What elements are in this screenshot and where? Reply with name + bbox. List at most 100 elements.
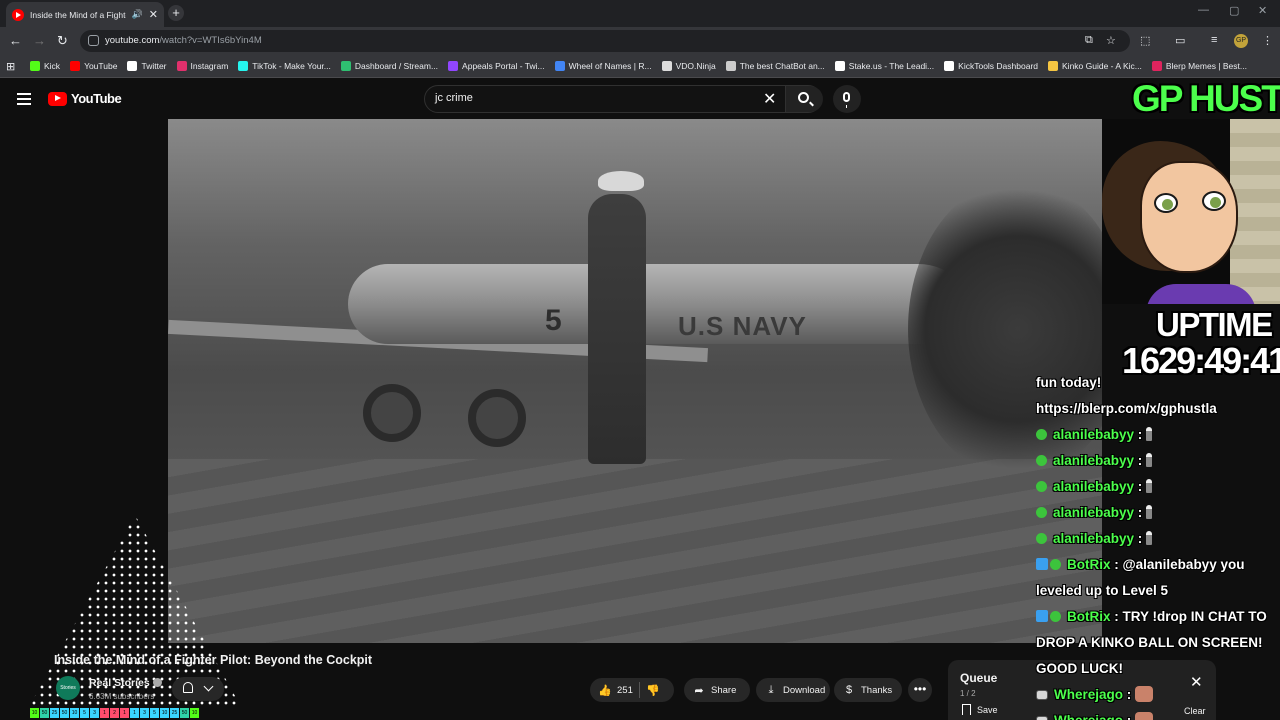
chat-username: alanilebabyy xyxy=(1053,453,1135,468)
voice-search-button[interactable] xyxy=(833,85,861,113)
chat-username: alanilebabyy xyxy=(1053,427,1135,442)
bookmark-item[interactable]: Instagram xyxy=(176,61,229,71)
bookmark-favicon-icon xyxy=(661,61,672,71)
bookmark-item[interactable]: TikTok - Make Your... xyxy=(238,61,331,71)
bell-icon xyxy=(183,682,193,693)
chat-message: alanilebabyy : xyxy=(1036,450,1153,472)
bookmark-item[interactable]: Kick xyxy=(30,61,60,71)
youtube-logo[interactable]: YouTube xyxy=(48,91,122,106)
minimize-icon[interactable]: — xyxy=(1198,4,1209,16)
bookmark-item[interactable]: Stake.us - The Leadi... xyxy=(834,61,934,71)
clear-search-icon[interactable]: ✕ xyxy=(763,89,776,109)
chat-separator: : xyxy=(1134,453,1143,468)
bookmark-item[interactable]: KickTools Dashboard xyxy=(944,61,1038,71)
bookmark-item[interactable]: YouTube xyxy=(70,61,117,71)
youtube-logo-text: YouTube xyxy=(71,91,122,106)
youtube-play-icon xyxy=(48,91,67,106)
cast-icon[interactable]: ▭ xyxy=(1175,34,1185,47)
bookmark-item[interactable]: VDO.Ninja xyxy=(661,61,716,71)
new-tab-button[interactable]: + xyxy=(168,5,184,21)
like-count[interactable]: 251 xyxy=(617,685,633,696)
address-url[interactable]: youtube.com/watch?v=WTIs6bYin4M xyxy=(105,35,262,46)
apps-grid-icon[interactable]: ⊞ xyxy=(6,60,30,73)
level-segment: 1 xyxy=(100,708,109,718)
queue-close-icon[interactable]: ✕ xyxy=(1190,673,1203,691)
bookmark-favicon-icon xyxy=(944,61,955,71)
bookmark-favicon-icon xyxy=(127,61,138,71)
chat-text: leveled up to Level 5 xyxy=(1036,583,1169,598)
chat-separator: : xyxy=(1134,505,1143,520)
chat-text: : TRY !drop IN CHAT TO xyxy=(1110,609,1267,624)
maximize-icon[interactable]: ▢ xyxy=(1229,4,1239,17)
youtube-header: YouTube jc crime ✕ xyxy=(0,78,1280,119)
bookmark-label: Instagram xyxy=(190,61,229,71)
chat-message: alanilebabyy : xyxy=(1036,502,1153,524)
thanks-label: Thanks xyxy=(861,684,893,696)
chat-message: alanilebabyy : xyxy=(1036,476,1153,498)
queue-save-label: Save xyxy=(977,704,998,715)
bookmark-item[interactable]: Wheel of Names | R... xyxy=(554,61,652,71)
verified-badge-icon xyxy=(1036,429,1047,440)
site-info-icon[interactable] xyxy=(88,35,99,46)
like-dislike-group: 👍 251 👎 xyxy=(590,678,674,702)
profile-avatar[interactable]: GP xyxy=(1234,34,1248,48)
thumbs-up-icon[interactable]: 👍 xyxy=(598,683,612,697)
user-badge-icon xyxy=(1036,690,1048,700)
download-label: Download xyxy=(783,684,826,696)
subscriber-count: 6.63M subscribers xyxy=(89,692,155,701)
forward-arrow-icon[interactable]: → xyxy=(33,33,46,48)
queue-save-button[interactable]: Save xyxy=(962,704,998,715)
video-player[interactable]: 5 U.S NAVY xyxy=(168,119,1102,643)
bookmark-favicon-icon xyxy=(1048,61,1059,71)
menu-hamburger-icon[interactable] xyxy=(17,93,31,105)
share-button[interactable]: ➦ Share xyxy=(684,678,750,702)
speaker-icon[interactable]: 🔊 xyxy=(132,9,143,20)
reading-list-icon[interactable]: ≡ xyxy=(1211,34,1217,46)
bookmark-item[interactable]: The best ChatBot an... xyxy=(725,61,825,71)
thumbs-down-icon[interactable]: 👎 xyxy=(646,683,660,697)
download-button[interactable]: ⤓ Download xyxy=(756,678,830,702)
browser-menu-icon[interactable]: ⋮ xyxy=(1262,34,1273,47)
thanks-button[interactable]: $ Thanks xyxy=(834,678,902,702)
chat-message: GOOD LUCK! xyxy=(1036,658,1123,680)
bookmark-star-icon[interactable]: ☆ xyxy=(1106,34,1116,47)
more-actions-button[interactable]: ••• xyxy=(908,678,932,702)
uptime-value: 1629:49:41 xyxy=(1122,340,1280,381)
chat-message: https://blerp.com/x/gphustla xyxy=(1036,398,1217,420)
search-button[interactable] xyxy=(785,86,823,112)
address-bar[interactable]: youtube.com/watch?v=WTIs6bYin4M ⧉ ☆ xyxy=(80,30,1130,52)
uptime-label: UPTIME xyxy=(1156,306,1273,343)
bookmark-item[interactable]: Blerp Memes | Best... xyxy=(1151,61,1247,71)
level-segment: 25 xyxy=(170,708,179,718)
chat-text: GOOD LUCK! xyxy=(1036,661,1123,676)
back-arrow-icon[interactable]: ← xyxy=(9,33,22,48)
chat-message: DROP A KINKO BALL ON SCREEN! xyxy=(1036,632,1263,654)
like-divider xyxy=(638,682,640,698)
install-app-icon[interactable]: ⧉ xyxy=(1085,34,1093,47)
channel-avatar[interactable]: Stories xyxy=(56,676,80,700)
search-input[interactable]: jc crime xyxy=(435,92,473,104)
search-box[interactable]: jc crime ✕ xyxy=(424,85,823,113)
bookmark-item[interactable]: Dashboard / Stream... xyxy=(340,61,438,71)
channel-name[interactable]: Real Stories xyxy=(89,677,162,689)
window-close-icon[interactable]: ✕ xyxy=(1258,4,1267,17)
bookmark-item[interactable]: Twitter xyxy=(127,61,167,71)
avatar-eye xyxy=(1154,193,1178,213)
level-segment: 50 xyxy=(60,708,69,718)
super-thanks-icon: $ xyxy=(845,684,853,696)
subscription-bell-button[interactable] xyxy=(172,677,224,701)
chat-username: BotRix xyxy=(1067,609,1111,624)
chat-message: BotRix : TRY !drop IN CHAT TO xyxy=(1036,606,1267,628)
reload-icon[interactable]: ↻ xyxy=(57,33,68,49)
level-segment: 10 xyxy=(70,708,79,718)
bookmark-favicon-icon xyxy=(448,61,459,71)
bookmark-item[interactable]: Kinko Guide - A Kic... xyxy=(1048,61,1142,71)
bookmark-item[interactable]: Appeals Portal - Twi... xyxy=(448,61,545,71)
queue-clear-button[interactable]: Clear xyxy=(1184,706,1206,716)
verified-icon xyxy=(152,678,162,687)
browser-tab[interactable]: Inside the Mind of a Fighter 🔊 ✕ xyxy=(6,2,164,27)
chat-emote-icon xyxy=(1135,686,1154,702)
tab-close-icon[interactable]: ✕ xyxy=(149,8,158,21)
browser-tab-strip: Inside the Mind of a Fighter 🔊 ✕ + — ▢ ✕ xyxy=(0,0,1280,27)
extensions-icon[interactable]: ⬚ xyxy=(1140,34,1150,47)
